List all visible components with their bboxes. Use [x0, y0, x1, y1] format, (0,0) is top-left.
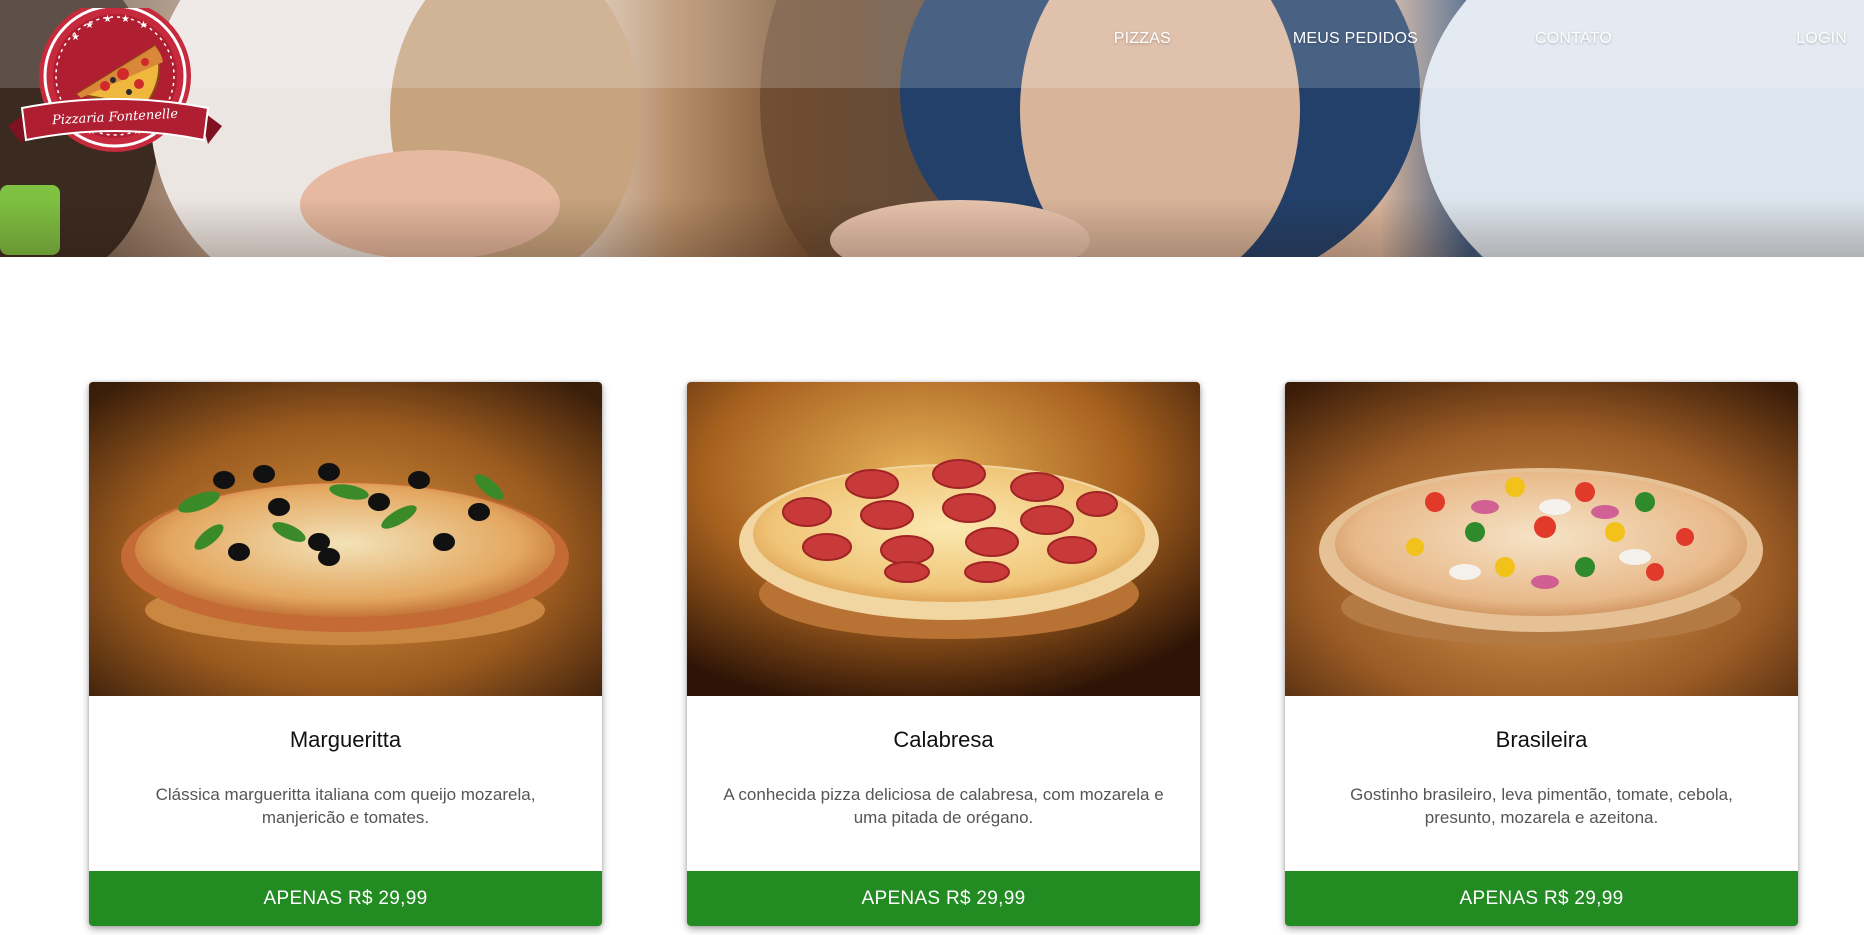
calabresa-pizza-photo	[687, 382, 1200, 696]
hero-banner: PIZZAS MEUS PEDIDOS CONTATO LOGIN	[0, 0, 1864, 257]
svg-text:★: ★	[103, 14, 112, 25]
margherita-pizza-photo	[89, 382, 602, 696]
brasileira-pizza-photo	[1285, 382, 1798, 696]
pizza-description: Gostinho brasileiro, leva pimentão, toma…	[1350, 785, 1733, 827]
price-button[interactable]: APENAS R$ 29,99	[1285, 871, 1798, 926]
pizza-name: Brasileira	[1495, 727, 1588, 752]
pizza-name: Calabresa	[893, 727, 994, 752]
nav-item-contato[interactable]: CONTATO	[1535, 30, 1612, 48]
svg-text:★: ★	[139, 20, 148, 31]
svg-text:★: ★	[85, 20, 94, 31]
nav-item-login[interactable]: LOGIN	[1796, 30, 1847, 48]
pizza-description: Clássica margueritta italiana com queijo…	[155, 785, 536, 827]
svg-text:★: ★	[71, 32, 80, 43]
pizza-card-calabresa: Calabresa A conhecida pizza deliciosa de…	[687, 382, 1200, 926]
pizza-name: Margueritta	[289, 727, 402, 752]
pizza-card-margueritta: Margueritta Clássica margueritta italian…	[89, 382, 602, 926]
price-button[interactable]: APENAS R$ 29,99	[687, 871, 1200, 926]
nav-item-pizzas[interactable]: PIZZAS	[1114, 30, 1171, 48]
pizza-card-brasileira: Brasileira Gostinho brasileiro, leva pim…	[1285, 382, 1798, 926]
nav-item-meus-pedidos[interactable]: MEUS PEDIDOS	[1293, 30, 1418, 48]
pizza-description: A conhecida pizza deliciosa de calabresa…	[723, 785, 1164, 827]
svg-text:★: ★	[121, 14, 130, 25]
brand-logo[interactable]: ★ ★ ★ ★ ★ ★ ★ ★ ★ Pizzaria Fontenelle	[8, 0, 222, 168]
price-button[interactable]: APENAS R$ 29,99	[89, 871, 602, 926]
